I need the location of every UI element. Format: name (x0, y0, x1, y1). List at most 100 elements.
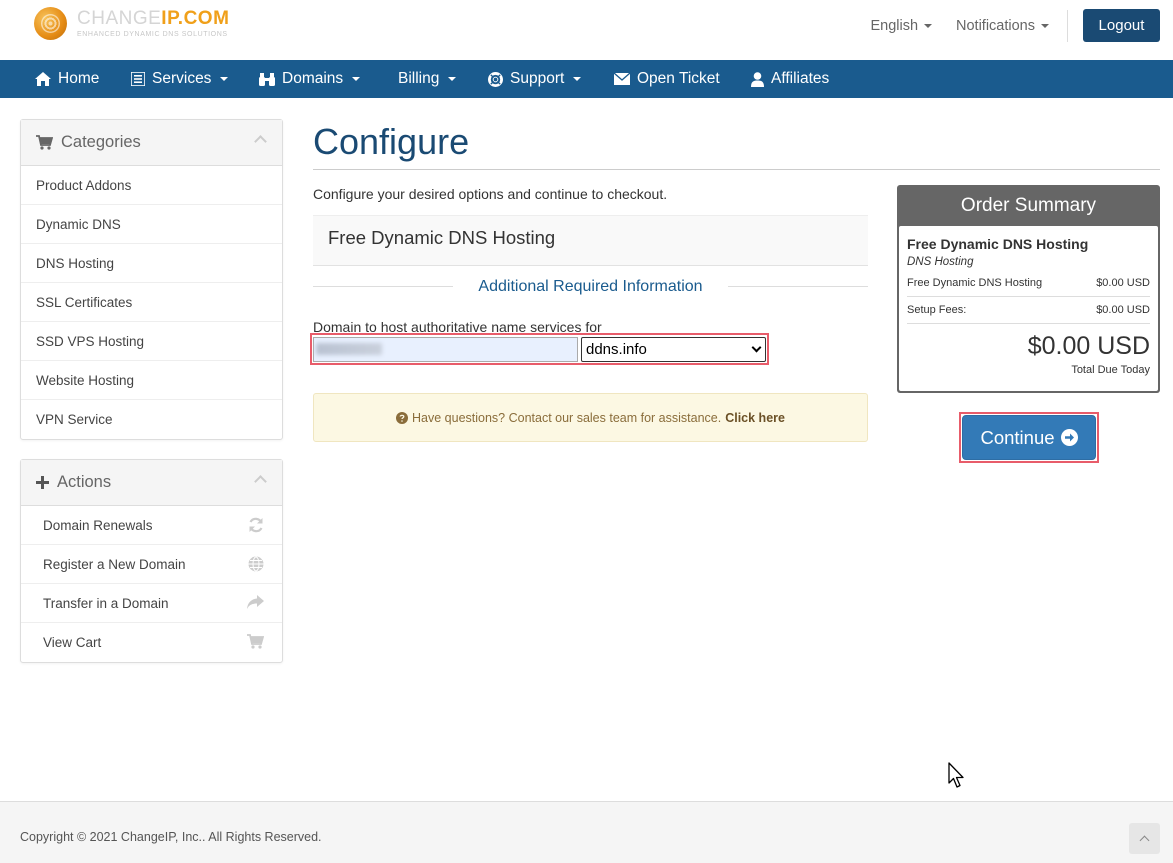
question-circle-icon (396, 411, 409, 424)
categories-title: Categories (61, 133, 141, 151)
logo-name-part-2: IP.COM (161, 8, 230, 29)
tld-select-value: ddns.info (586, 341, 647, 358)
category-item-ssl-certificates[interactable]: SSL Certificates (21, 283, 282, 322)
notifications-dropdown[interactable]: Notifications (956, 18, 1049, 34)
action-item-view-cart[interactable]: View Cart (21, 623, 282, 662)
refresh-icon (249, 517, 263, 533)
summary-total: $0.00 USD (1027, 332, 1150, 360)
action-label: View Cart (43, 635, 102, 650)
help-alert: Have questions? Contact our sales team f… (313, 393, 868, 442)
nav-item-open-ticket[interactable]: Open Ticket (614, 60, 720, 98)
top-header: CHANGEIP.COM ENHANCED DYNAMIC DNS SOLUTI… (0, 0, 1173, 60)
continue-label: Continue (980, 426, 1055, 448)
caret-down-icon (448, 77, 457, 81)
main-nav: Home Services Domains Billing Support Op… (0, 60, 1173, 98)
nav-item-home[interactable]: Home (35, 60, 99, 98)
order-summary-title: Order Summary (960, 194, 1097, 216)
chevron-up-icon[interactable] (254, 135, 267, 148)
nav-label-open-ticket: Open Ticket (637, 70, 720, 87)
nav-item-billing[interactable]: Billing (398, 60, 457, 98)
action-label: Transfer in a Domain (43, 595, 169, 611)
action-label: Domain Renewals (43, 517, 153, 533)
chevron-up-icon[interactable] (254, 475, 267, 488)
summary-line-item: Free Dynamic DNS Hosting $0.00 USD (907, 269, 1150, 296)
shopping-cart-icon (36, 135, 53, 150)
actions-panel: Actions Domain Renewals Register a New D… (20, 459, 283, 663)
logo-mark-icon (34, 7, 67, 40)
caret-down-icon (573, 77, 582, 81)
share-icon (247, 595, 264, 609)
summary-line-value: $0.00 USD (1096, 276, 1150, 289)
language-dropdown[interactable]: English (870, 17, 933, 34)
notifications-label: Notifications (956, 17, 1035, 34)
nav-item-support[interactable]: Support (488, 60, 582, 98)
copyright-text: Copyright © 2021 ChangeIP, Inc.. All Rig… (20, 830, 322, 844)
page-footer: Copyright © 2021 ChangeIP, Inc.. All Rig… (0, 801, 1173, 863)
category-item-product-addons[interactable]: Product Addons (21, 166, 282, 205)
redacted-domain-value (316, 343, 382, 355)
action-item-domain-renewals[interactable]: Domain Renewals (21, 506, 282, 545)
category-item-vpn-service[interactable]: VPN Service (21, 400, 282, 439)
category-item-dns-hosting[interactable]: DNS Hosting (21, 244, 282, 283)
product-name: Free Dynamic DNS Hosting (328, 227, 556, 248)
logo-name-part-1: CHANGE (77, 8, 162, 29)
intro-text: Configure your desired options and conti… (313, 186, 668, 202)
action-item-transfer-domain[interactable]: Transfer in a Domain (21, 584, 282, 623)
nav-label-billing: Billing (398, 70, 440, 87)
cart-icon (247, 634, 264, 649)
back-to-top-button[interactable] (1129, 823, 1160, 854)
order-summary: Order Summary Free Dynamic DNS Hosting D… (897, 185, 1160, 393)
continue-button[interactable]: Continue (962, 415, 1096, 460)
category-item-dynamic-dns[interactable]: Dynamic DNS (21, 205, 282, 244)
nav-item-services[interactable]: Services (131, 60, 229, 98)
caret-down-icon (220, 77, 229, 81)
plus-icon (36, 476, 49, 489)
caret-down-icon (1041, 23, 1049, 28)
nav-item-domains[interactable]: Domains (259, 60, 361, 98)
nav-label-domains: Domains (282, 70, 344, 87)
nav-label-affiliates: Affiliates (771, 70, 830, 87)
header-divider (1067, 9, 1068, 42)
category-item-website-hosting[interactable]: Website Hosting (21, 361, 282, 400)
summary-divider (907, 323, 1150, 324)
summary-product-name: Free Dynamic DNS Hosting (907, 236, 1089, 252)
envelope-icon (614, 73, 630, 85)
nav-label-home: Home (58, 70, 100, 87)
user-icon (751, 71, 764, 87)
summary-line-value: $0.00 USD (1096, 304, 1150, 316)
life-ring-icon (488, 71, 503, 87)
caret-down-icon (352, 77, 361, 81)
actions-panel-header[interactable]: Actions (21, 460, 282, 506)
help-link[interactable]: Click here (725, 411, 785, 425)
tld-select[interactable]: ddns.info (581, 337, 766, 362)
category-item-ssd-vps-hosting[interactable]: SSD VPS Hosting (21, 322, 282, 361)
logo-tagline: ENHANCED DYNAMIC DNS SOLUTIONS (77, 31, 228, 38)
nav-item-affiliates[interactable]: Affiliates (751, 60, 829, 98)
help-text: Have questions? Contact our sales team f… (412, 410, 722, 425)
summary-line-label: Free Dynamic DNS Hosting (907, 276, 1043, 289)
nav-label-support: Support (510, 70, 565, 87)
summary-setup-fees: Setup Fees: $0.00 USD (907, 296, 1150, 323)
categories-panel: Categories Product Addons Dynamic DNS DN… (20, 119, 283, 440)
summary-total-label: Total Due Today (1071, 364, 1150, 376)
action-item-register-domain[interactable]: Register a New Domain (21, 545, 282, 584)
product-info-box: Free Dynamic DNS Hosting (313, 215, 868, 266)
summary-product-group: DNS Hosting (907, 256, 974, 268)
site-logo[interactable]: CHANGEIP.COM ENHANCED DYNAMIC DNS SOLUTI… (34, 7, 229, 40)
caret-down-icon (924, 23, 933, 28)
list-icon (131, 72, 145, 86)
order-summary-body: Free Dynamic DNS Hosting DNS Hosting Fre… (899, 226, 1158, 391)
binoculars-icon (259, 73, 275, 86)
chevron-down-icon (751, 342, 762, 353)
section-heading: Additional Required Information (478, 278, 703, 295)
nav-label-services: Services (152, 70, 212, 87)
logout-button[interactable]: Logout (1083, 9, 1160, 42)
home-icon (35, 72, 51, 86)
actions-title: Actions (57, 473, 112, 491)
page-title: Configure (313, 121, 470, 162)
categories-panel-header[interactable]: Categories (21, 120, 282, 166)
mouse-cursor-icon (948, 762, 964, 788)
summary-line-label: Setup Fees: (907, 304, 967, 316)
section-heading-wrap: Additional Required Information (313, 276, 868, 298)
language-label: English (870, 17, 919, 34)
